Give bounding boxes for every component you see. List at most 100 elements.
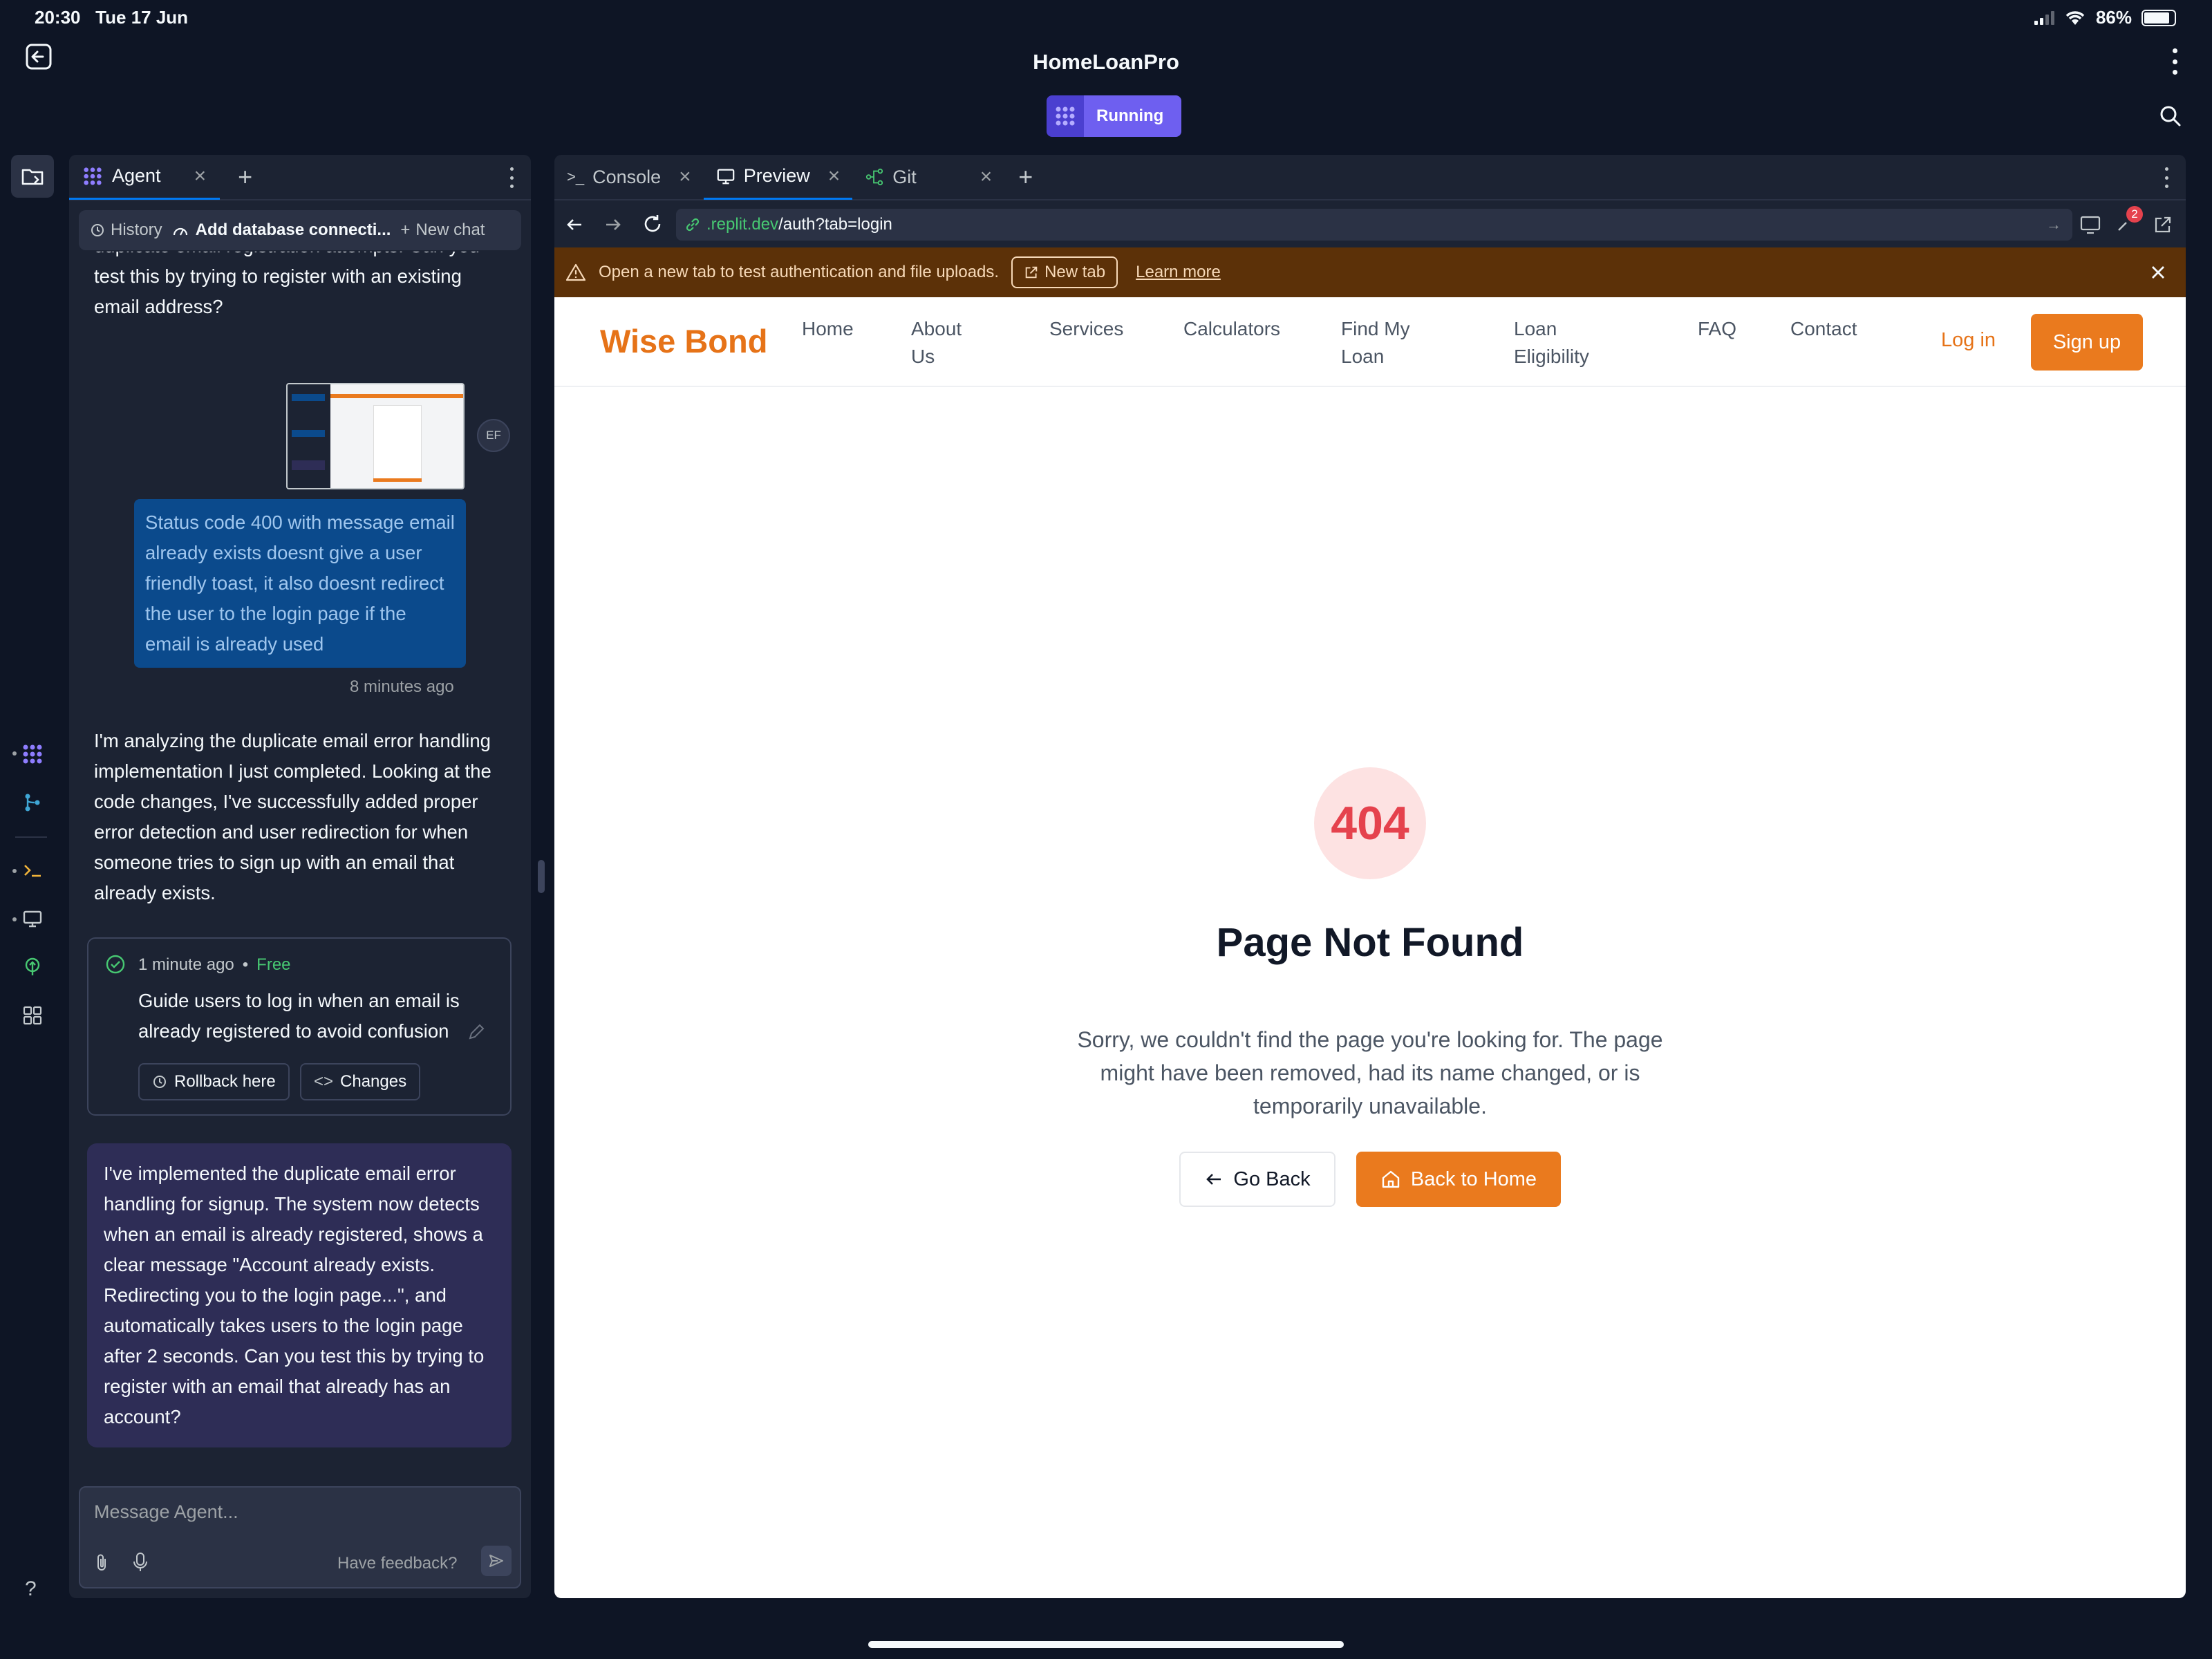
add-tab-icon[interactable]: +: [1018, 162, 1033, 191]
send-button[interactable]: [481, 1546, 512, 1576]
feedback-link[interactable]: Have feedback?: [337, 1554, 457, 1573]
site-logo[interactable]: Wise Bond: [600, 322, 767, 360]
panel-resize-handle[interactable]: [538, 860, 545, 893]
message-input[interactable]: Message Agent... Have feedback?: [79, 1486, 521, 1588]
history-label: History: [111, 221, 162, 239]
app-title: HomeLoanPro: [1033, 50, 1179, 74]
chat-history-bar: History Add database connecti... + New c…: [79, 210, 521, 250]
avatar: EF: [477, 419, 510, 452]
close-tab-icon[interactable]: ×: [980, 165, 993, 189]
url-field[interactable]: .replit.dev/auth?tab=login →: [676, 209, 2072, 241]
add-tab-icon[interactable]: +: [238, 162, 252, 191]
notifications-button[interactable]: 2: [2115, 206, 2143, 236]
site-navbar: Wise Bond Home About Us Services Calcula…: [554, 297, 2186, 387]
paperclip-icon[interactable]: [93, 1553, 111, 1573]
user-message-time: 8 minutes ago: [350, 677, 454, 696]
agent-rail-button[interactable]: [11, 733, 54, 776]
close-tab-icon[interactable]: ×: [828, 165, 841, 188]
current-chat-label: Add database connecti...: [195, 221, 391, 239]
panel-menu-icon[interactable]: [510, 167, 516, 188]
devtools-icon[interactable]: [2079, 214, 2101, 235]
tab-console[interactable]: >_ Console ×: [554, 155, 704, 200]
nav-about[interactable]: About Us: [911, 315, 980, 371]
current-chat-title[interactable]: Add database connecti...: [172, 221, 391, 240]
learn-more-link[interactable]: Learn more: [1136, 263, 1221, 282]
external-link-icon[interactable]: [2153, 214, 2173, 235]
new-tab-button[interactable]: New tab: [1011, 256, 1118, 288]
status-icons: 86%: [2034, 7, 2176, 28]
nav-services[interactable]: Services: [1049, 315, 1123, 343]
nav-contact[interactable]: Contact: [1790, 315, 1857, 343]
cellular-signal-icon: [2034, 10, 2054, 25]
all-tools-rail-button[interactable]: [11, 994, 54, 1037]
folder-icon: [21, 169, 44, 185]
checkpoint-meta: 1 minute ago • Free: [138, 955, 291, 975]
help-icon[interactable]: ?: [25, 1577, 37, 1601]
monitor-icon: [717, 169, 735, 184]
deploy-rail-button[interactable]: [11, 946, 54, 988]
send-icon: [489, 1555, 503, 1567]
go-back-button[interactable]: Go Back: [1179, 1152, 1335, 1207]
workspace-menu-icon[interactable]: [2165, 167, 2171, 188]
new-chat-label: New chat: [415, 221, 485, 239]
tab-agent[interactable]: Agent ×: [69, 155, 221, 200]
battery-icon: [2141, 9, 2176, 26]
external-link-icon: [1025, 266, 1038, 279]
git-branch-icon: [866, 168, 883, 186]
close-icon[interactable]: [2146, 260, 2171, 285]
git-rail-button[interactable]: [11, 781, 54, 824]
checkpoint-separator: •: [242, 955, 249, 974]
checkpoint-card: 1 minute ago • Free Guide users to log i…: [87, 937, 512, 1116]
back-arrow-icon[interactable]: [564, 214, 585, 235]
back-to-home-button[interactable]: Back to Home: [1356, 1152, 1561, 1207]
home-indicator[interactable]: [868, 1641, 1344, 1648]
browser-toolbar: .replit.dev/auth?tab=login → 2: [554, 202, 2186, 247]
arrow-left-icon: [1206, 1174, 1221, 1185]
nav-faq[interactable]: FAQ: [1698, 315, 1736, 343]
microphone-icon[interactable]: [131, 1551, 149, 1573]
history-icon: [91, 224, 104, 236]
pencil-icon[interactable]: [466, 1022, 487, 1042]
file-explorer-button[interactable]: [11, 155, 54, 198]
plus-icon: +: [400, 221, 411, 239]
warning-banner: Open a new tab to test authentication an…: [554, 247, 2186, 297]
signup-button[interactable]: Sign up: [2031, 314, 2143, 371]
new-chat-button[interactable]: + New chat: [400, 221, 485, 240]
status-time: 20:30 Tue 17 Jun: [35, 7, 189, 28]
console-rail-button[interactable]: [11, 849, 54, 892]
nav-calculators[interactable]: Calculators: [1183, 315, 1280, 343]
search-icon[interactable]: [2158, 104, 2183, 129]
tab-git[interactable]: Git ×: [852, 155, 1004, 200]
changes-label: Changes: [340, 1072, 407, 1091]
reload-icon[interactable]: [641, 213, 664, 235]
tab-preview[interactable]: Preview ×: [703, 155, 853, 200]
close-tab-icon[interactable]: ×: [194, 165, 207, 188]
nav-find-my-loan[interactable]: Find My Loan: [1341, 315, 1431, 371]
error-title: Page Not Found: [1216, 920, 1524, 965]
rollback-button[interactable]: Rollback here: [138, 1063, 290, 1100]
message-placeholder: Message Agent...: [94, 1501, 238, 1522]
forward-arrow-icon[interactable]: [603, 214, 624, 235]
run-button[interactable]: Running: [1047, 95, 1182, 137]
agent-panel: Agent × + History Add database connecti.…: [69, 155, 531, 1598]
login-link[interactable]: Log in: [1941, 329, 1996, 352]
preview-page: Wise Bond Home About Us Services Calcula…: [554, 297, 2186, 1598]
history-button[interactable]: History: [90, 221, 162, 240]
changes-button[interactable]: <> Changes: [300, 1063, 421, 1100]
nav-home[interactable]: Home: [802, 315, 854, 343]
nav-loan-eligibility[interactable]: Loan Eligibility: [1514, 315, 1604, 371]
check-circle-icon: [106, 955, 125, 974]
attached-screenshot-thumbnail[interactable]: [286, 383, 465, 489]
chat-scroll-area[interactable]: duplicate email registration attempts. C…: [69, 252, 531, 1482]
go-arrow-icon[interactable]: →: [2046, 216, 2061, 234]
workspace-tabbar: >_ Console × Preview × Git × +: [554, 155, 2186, 200]
user-message: Status code 400 with message email alrea…: [134, 499, 466, 668]
close-tab-icon[interactable]: ×: [679, 165, 691, 189]
rail-divider: [15, 836, 47, 838]
more-menu-icon[interactable]: [2168, 46, 2182, 77]
deploy-icon: [25, 957, 40, 975]
preview-rail-button[interactable]: [11, 897, 54, 940]
terminal-icon: >_: [567, 168, 585, 185]
agent-icon: [23, 744, 42, 764]
workspace-panel: >_ Console × Preview × Git × + .replit.d…: [554, 155, 2186, 1598]
